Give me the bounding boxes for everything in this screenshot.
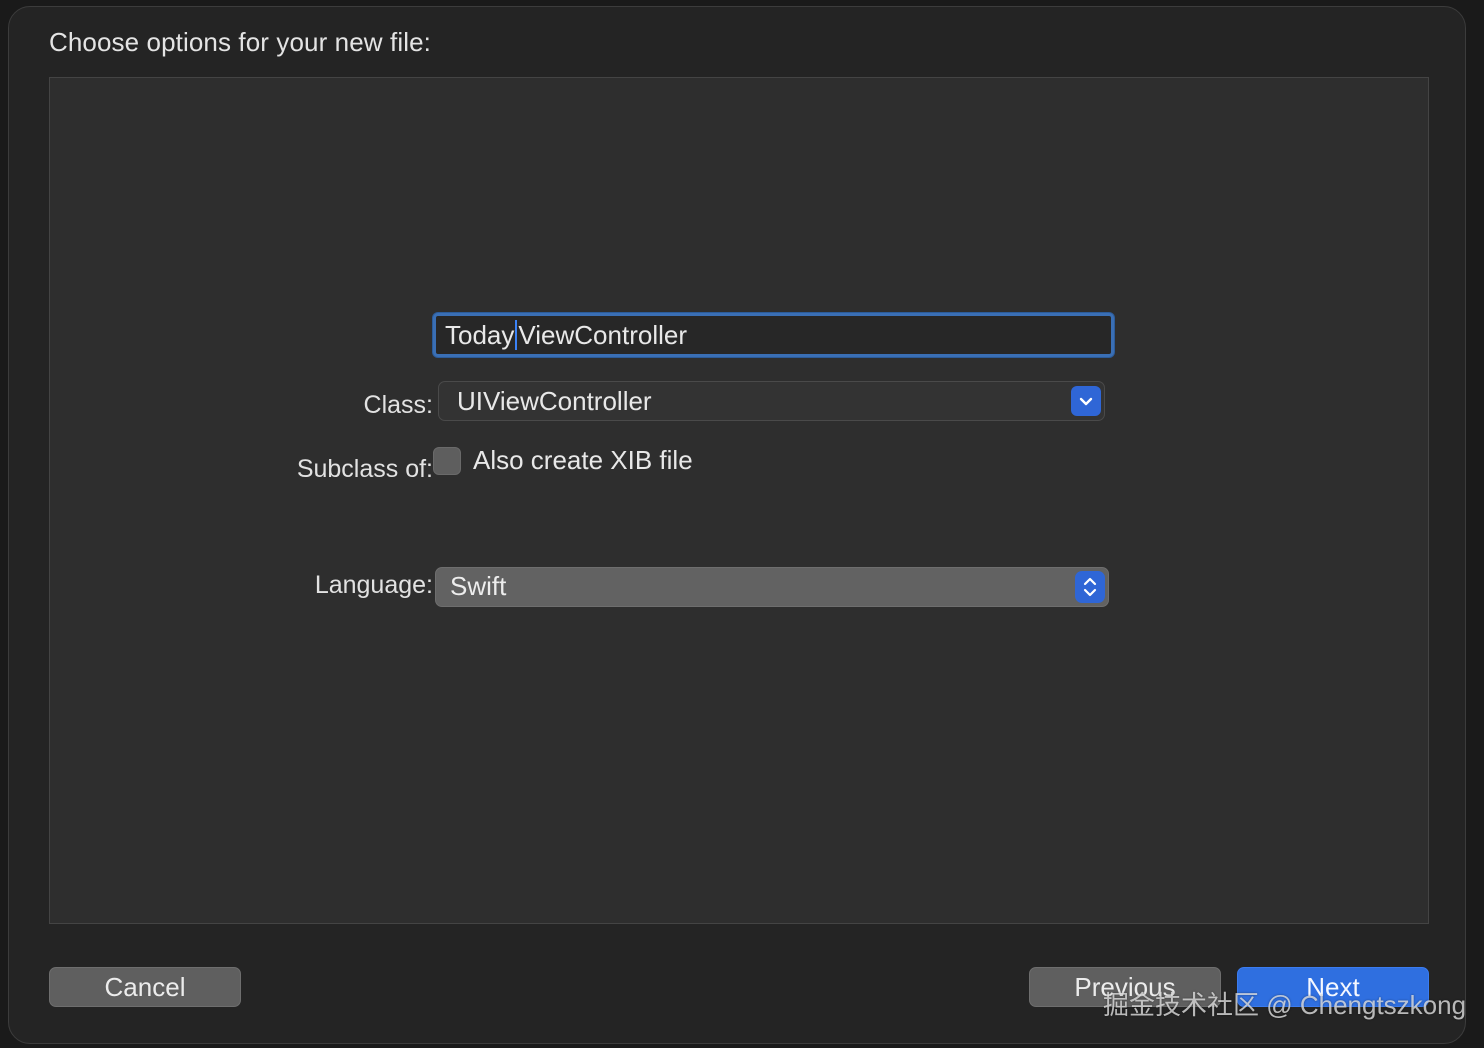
xib-checkbox[interactable] (433, 446, 461, 475)
class-name-text-after-caret: ViewController (518, 320, 687, 350)
xib-option-row[interactable]: Also create XIB file (433, 445, 693, 476)
class-label: Class: (363, 391, 433, 419)
subclass-popup-button[interactable]: UIViewController (438, 381, 1105, 421)
xib-checkbox-label[interactable]: Also create XIB file (473, 445, 693, 476)
language-label: Language: (314, 571, 433, 599)
language-value: Swift (450, 571, 507, 601)
options-panel (49, 77, 1429, 924)
subclass-label: Subclass of: (296, 455, 433, 483)
chevron-down-icon (1071, 386, 1101, 416)
class-name-text-before-caret: Today (445, 320, 515, 350)
language-popup-button[interactable]: Swift (435, 567, 1109, 607)
watermark: 掘金技术社区 @ Chengtszkong (1103, 990, 1466, 1020)
subclass-value: UIViewController (457, 386, 652, 416)
new-file-options-sheet: Choose options for your new file: Class:… (8, 6, 1466, 1044)
cancel-button[interactable]: Cancel (49, 967, 241, 1007)
dialog-title: Choose options for your new file: (49, 27, 431, 57)
up-down-chevrons-icon (1075, 571, 1105, 603)
class-name-field[interactable]: Today ViewController (433, 313, 1114, 357)
